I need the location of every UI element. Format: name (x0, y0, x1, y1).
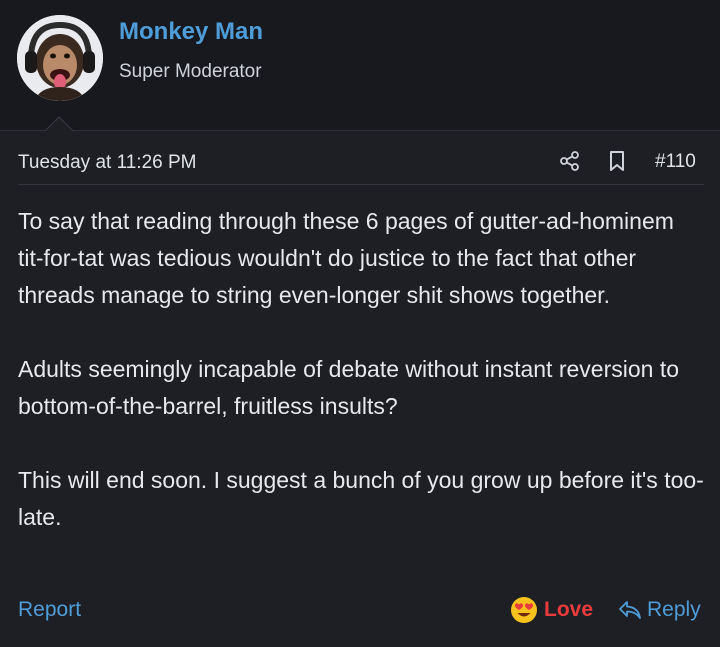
user-name[interactable]: Monkey Man (119, 18, 263, 46)
avatar[interactable] (17, 15, 103, 101)
post-pointer-arrow (44, 116, 74, 132)
post-body: To say that reading through these 6 page… (18, 203, 704, 536)
post-date[interactable]: Tuesday at 11:26 PM (18, 152, 197, 174)
post-paragraph: This will end soon. I suggest a bunch of… (18, 467, 704, 530)
love-reaction-label: Love (544, 598, 594, 621)
user-title: Super Moderator (119, 61, 262, 82)
post-paragraph: To say that reading through these 6 page… (18, 208, 674, 308)
post-actions: Report Love Reply (18, 596, 704, 626)
chimpanzee-avatar-icon (17, 15, 103, 101)
reply-button[interactable]: Reply (618, 596, 704, 626)
bookmark-icon[interactable] (608, 150, 626, 172)
share-icon[interactable] (559, 150, 581, 172)
user-header: Monkey Man Super Moderator (0, 0, 720, 132)
report-link[interactable]: Report (18, 598, 81, 622)
post-meta-bar: Tuesday at 11:26 PM #110 (18, 145, 704, 185)
post-number-link[interactable]: #110 (655, 151, 696, 173)
reply-label: Reply (647, 598, 701, 621)
reply-arrow-icon (619, 601, 641, 619)
heart-eyes-emoji-icon (511, 597, 537, 623)
post-paragraph: Adults seemingly incapable of debate wit… (18, 356, 680, 419)
